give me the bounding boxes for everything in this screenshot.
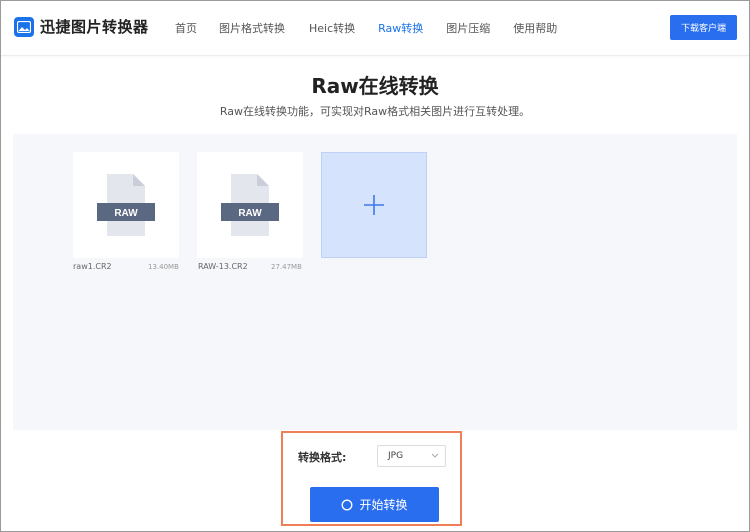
raw-file-icon: RAW — [97, 174, 155, 236]
file-card[interactable]: RAW — [197, 152, 303, 258]
download-client-button[interactable]: 下载客户端 — [670, 15, 737, 40]
top-header: 迅捷图片转换器 首页 图片格式转换 Heic转换 Raw转换 图片压缩 使用帮助… — [1, 1, 749, 56]
main-nav: 首页 图片格式转换 Heic转换 Raw转换 图片压缩 使用帮助 — [175, 20, 557, 36]
file-card[interactable]: RAW — [73, 152, 179, 258]
app-name: 迅捷图片转换器 — [40, 18, 149, 36]
file-name: raw1.CR2 — [73, 262, 112, 271]
raw-badge: RAW — [114, 208, 138, 219]
raw-file-icon: RAW — [221, 174, 279, 236]
app-logo[interactable]: 迅捷图片转换器 — [14, 16, 149, 37]
nav-raw-convert[interactable]: Raw转换 — [378, 20, 423, 36]
nav-heic-convert[interactable]: Heic转换 — [309, 20, 355, 36]
plus-icon — [364, 195, 384, 215]
start-convert-label: 开始转换 — [359, 498, 408, 512]
nav-home[interactable]: 首页 — [175, 20, 197, 36]
page-subtitle: Raw在线转换功能，可实现对Raw格式相关图片进行互转处理。 — [219, 105, 531, 118]
nav-image-format-convert[interactable]: 图片格式转换 — [219, 20, 285, 36]
file-name: RAW-13.CR2 — [198, 262, 248, 271]
format-label: 转换格式: — [298, 451, 347, 464]
loading-icon — [342, 499, 353, 510]
format-select[interactable]: JPG — [377, 445, 446, 467]
nav-help[interactable]: 使用帮助 — [513, 20, 557, 36]
format-value: JPG — [388, 451, 404, 461]
nav-image-compress[interactable]: 图片压缩 — [446, 20, 490, 36]
upload-area: RAW raw1.CR2 13.40MB RAW RAW-13.CR2 27.4… — [13, 134, 737, 430]
raw-badge: RAW — [238, 208, 262, 219]
start-convert-button[interactable]: 开始转换 — [310, 487, 439, 522]
chevron-down-icon — [431, 453, 439, 458]
image-logo-icon — [14, 16, 34, 37]
page-title: Raw在线转换 — [311, 74, 439, 98]
file-size: 13.40MB — [148, 263, 179, 271]
file-size: 27.47MB — [271, 263, 302, 271]
add-file-button[interactable] — [321, 152, 427, 258]
